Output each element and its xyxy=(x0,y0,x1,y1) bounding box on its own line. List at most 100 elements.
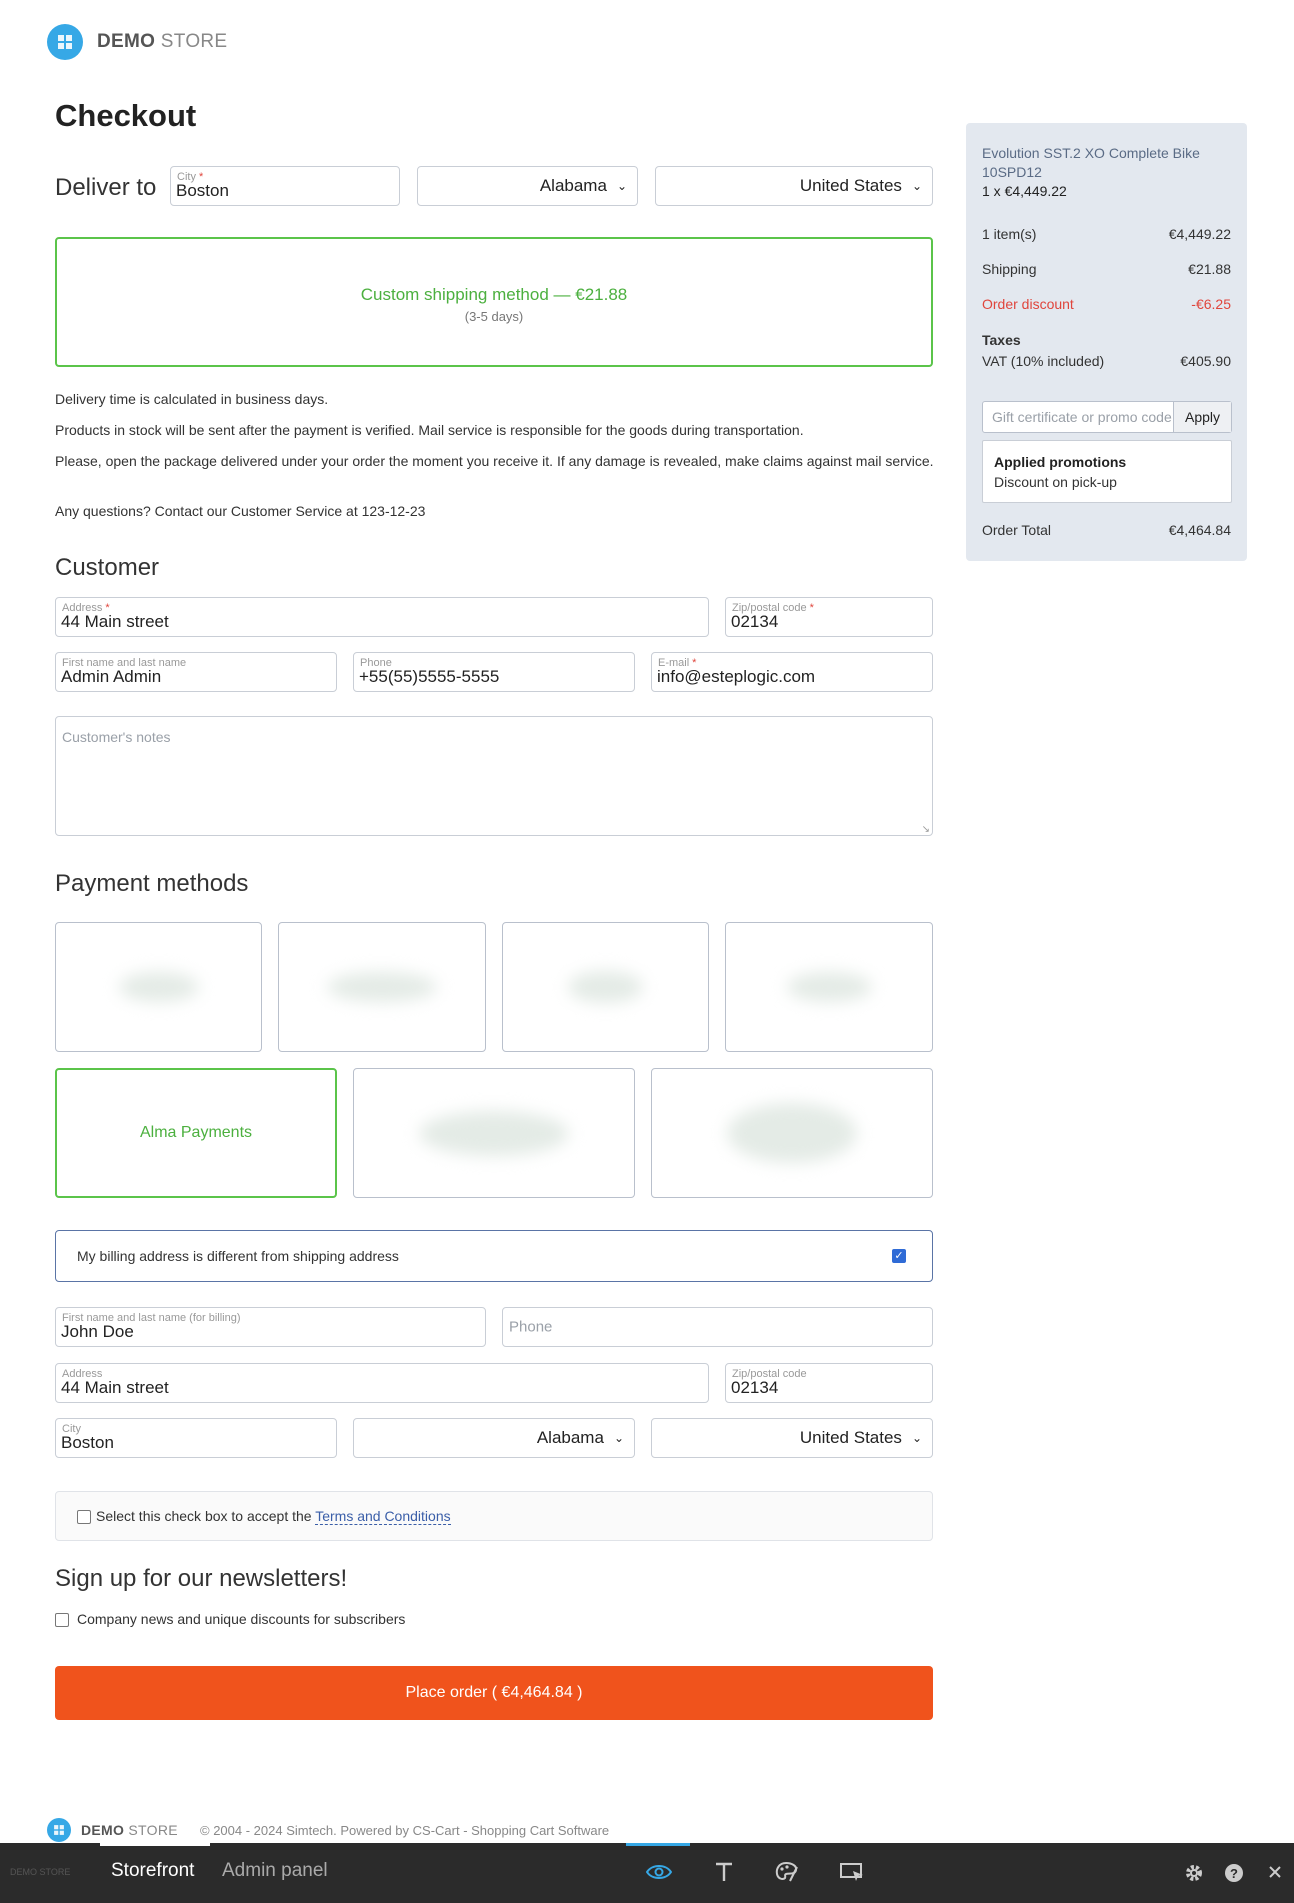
help-icon[interactable]: ? xyxy=(1224,1863,1244,1888)
payment-method-label: Alma Payments xyxy=(139,1124,253,1141)
shipping-method-name: Custom shipping method — €21.88 xyxy=(360,285,628,304)
phone-field-value: +55(55)5555-5555 xyxy=(359,667,500,686)
billing-address-value: 44 Main street xyxy=(61,1378,169,1397)
logo-text-light: STORE xyxy=(155,31,228,52)
delivery-note: Products in stock will be sent after the… xyxy=(55,422,804,438)
billing-phone-field[interactable]: Phone xyxy=(502,1307,933,1347)
product-name-link[interactable]: Evolution SST.2 XO Complete Bike 10SPD12 xyxy=(982,144,1222,182)
payment-method-option[interactable] xyxy=(502,922,709,1052)
summary-items-value: €4,449.22 xyxy=(1168,226,1231,242)
chevron-down-icon: ⌄ xyxy=(613,1431,624,1445)
payment-logo-image xyxy=(568,971,643,1003)
order-summary: Evolution SST.2 XO Complete Bike 10SPD12… xyxy=(966,123,1247,561)
logo-badge-icon xyxy=(47,24,83,60)
delivery-note: Delivery time is calculated in business … xyxy=(55,391,329,407)
billing-city-field[interactable]: City Boston xyxy=(55,1418,337,1458)
city-field[interactable]: City * Boston xyxy=(170,166,400,206)
payment-methods-heading: Payment methods xyxy=(55,870,249,897)
resize-handle-icon[interactable]: ↘ xyxy=(922,824,930,835)
required-marker: * xyxy=(809,602,814,614)
terms-link[interactable]: Terms and Conditions xyxy=(315,1508,451,1525)
summary-discount-row: Order discount -€6.25 xyxy=(982,296,1231,312)
billing-different-toggle[interactable]: My billing address is different from shi… xyxy=(55,1230,933,1282)
city-field-value: Boston xyxy=(176,181,229,200)
payment-method-alma[interactable]: Alma Payments xyxy=(55,1068,337,1198)
summary-shipping-row: Shipping €21.88 xyxy=(982,261,1231,277)
summary-discount-value: -€6.25 xyxy=(1191,296,1231,312)
store-logo[interactable]: DEMO STORE xyxy=(47,24,227,60)
summary-total-row: Order Total €4,464.84 xyxy=(982,522,1231,538)
footer-logo-bold: DEMO xyxy=(81,1822,125,1838)
applied-promotions-title: Applied promotions xyxy=(994,454,1127,470)
delivery-note: Please, open the package delivered under… xyxy=(55,453,934,469)
newsletter-heading: Sign up for our newsletters! xyxy=(55,1565,348,1592)
promo-code-placeholder: Gift certificate or promo code xyxy=(992,409,1172,425)
tab-storefront[interactable]: Storefront xyxy=(111,1860,194,1882)
zip-field[interactable]: Zip/postal code * 02134 xyxy=(725,597,933,637)
billing-name-value: John Doe xyxy=(61,1322,134,1341)
billing-phone-placeholder: Phone xyxy=(509,1318,553,1336)
logo-badge-icon xyxy=(47,1818,71,1842)
billing-state-select[interactable]: Alabama ⌄ xyxy=(353,1418,635,1458)
summary-items-row: 1 item(s) €4,449.22 xyxy=(982,226,1231,242)
payment-method-option[interactable] xyxy=(725,922,933,1052)
email-field[interactable]: E-mail * info@esteplogic.com xyxy=(651,652,933,692)
country-select-value: United States xyxy=(799,176,902,195)
billing-address-field[interactable]: Address 44 Main street xyxy=(55,1363,709,1403)
palette-icon[interactable] xyxy=(775,1861,799,1888)
payment-method-option[interactable] xyxy=(278,922,486,1052)
toolbar-mini-logo: DEMO STORE xyxy=(10,1867,71,1877)
footer-copyright: © 2004 - 2024 Simtech. Powered by CS-Car… xyxy=(200,1823,610,1838)
summary-shipping-label: Shipping xyxy=(982,261,1037,277)
customer-heading: Customer xyxy=(55,554,160,581)
place-order-button[interactable]: Place order ( €4,464.84 ) xyxy=(55,1666,933,1720)
zip-field-value: 02134 xyxy=(731,612,779,631)
address-field-value: 44 Main street xyxy=(61,612,169,631)
svg-text:?: ? xyxy=(1230,1866,1238,1881)
tab-admin-panel[interactable]: Admin panel xyxy=(222,1860,328,1882)
billing-state-value: Alabama xyxy=(536,1428,604,1447)
billing-zip-field[interactable]: Zip/postal code 02134 xyxy=(725,1363,933,1403)
close-icon[interactable] xyxy=(1267,1864,1283,1885)
payment-method-option[interactable] xyxy=(55,922,262,1052)
terms-checkbox[interactable] xyxy=(77,1510,91,1524)
newsletter-checkbox[interactable] xyxy=(55,1613,69,1627)
address-field[interactable]: Address * 44 Main street xyxy=(55,597,709,637)
shipping-method-option[interactable]: Custom shipping method — €21.88 (3-5 day… xyxy=(55,237,933,367)
shipping-method-eta: (3-5 days) xyxy=(464,309,524,324)
payment-logo-image xyxy=(786,972,872,1002)
billing-different-checkbox[interactable]: ✓ xyxy=(892,1249,906,1263)
billing-name-field[interactable]: First name and last name (for billing) J… xyxy=(55,1307,486,1347)
screen-cursor-icon[interactable] xyxy=(839,1861,865,1888)
payment-logo-image xyxy=(118,972,199,1002)
summary-discount-label: Order discount xyxy=(982,296,1074,312)
product-qty-price: 1 x €4,449.22 xyxy=(982,183,1067,199)
apply-button[interactable]: Apply xyxy=(1173,402,1231,432)
text-icon[interactable] xyxy=(714,1861,734,1888)
name-field-value: Admin Admin xyxy=(61,667,162,686)
state-select[interactable]: Alabama ⌄ xyxy=(417,166,638,206)
checkout-page: DEMO STORE Checkout Deliver to City * Bos… xyxy=(0,0,1294,1903)
gear-icon[interactable] xyxy=(1184,1863,1204,1888)
admin-toolbar: DEMO STORE Storefront Admin panel ? xyxy=(0,1843,1294,1903)
applied-promotions: Applied promotions Discount on pick-up xyxy=(982,440,1232,503)
payment-method-option[interactable] xyxy=(353,1068,635,1198)
summary-vat-label: VAT (10% included) xyxy=(982,353,1105,369)
country-select[interactable]: United States ⌄ xyxy=(655,166,933,206)
billing-country-value: United States xyxy=(799,1428,902,1447)
applied-promotion-item: Discount on pick-up xyxy=(994,474,1117,490)
active-tool-indicator xyxy=(626,1843,690,1846)
billing-country-select[interactable]: United States ⌄ xyxy=(651,1418,933,1458)
eye-icon[interactable] xyxy=(645,1862,673,1887)
customer-notes-textarea[interactable]: Customer's notes ↘ xyxy=(55,716,933,836)
phone-field[interactable]: Phone +55(55)5555-5555 xyxy=(353,652,635,692)
terms-text: Select this check box to accept the xyxy=(96,1508,316,1524)
summary-vat-row: VAT (10% included) €405.90 xyxy=(982,353,1231,369)
billing-different-label: My billing address is different from shi… xyxy=(77,1248,399,1264)
name-field[interactable]: First name and last name Admin Admin xyxy=(55,652,337,692)
billing-city-value: Boston xyxy=(61,1433,114,1452)
payment-method-option[interactable] xyxy=(651,1068,933,1198)
promo-code-input[interactable]: Gift certificate or promo code Apply xyxy=(982,401,1232,433)
summary-shipping-value: €21.88 xyxy=(1188,261,1231,277)
footer-logo[interactable]: DEMO STORE xyxy=(47,1818,178,1842)
